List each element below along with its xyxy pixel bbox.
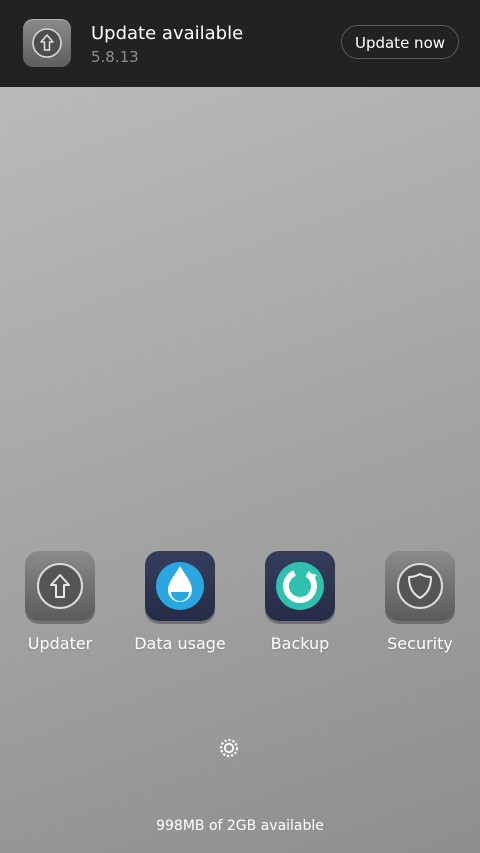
notification-version: 5.8.13 (91, 48, 139, 66)
app-data-usage[interactable]: Data usage (120, 551, 240, 661)
update-arrow-icon (23, 19, 71, 67)
update-now-button[interactable]: Update now (341, 25, 459, 59)
app-backup[interactable]: Backup (240, 551, 360, 661)
app-label-backup: Backup (270, 634, 330, 653)
app-label-data-usage: Data usage (134, 634, 226, 653)
gear-icon[interactable] (217, 736, 241, 760)
updater-icon (25, 551, 95, 621)
data-drop-icon (145, 551, 215, 621)
app-updater[interactable]: Updater (0, 551, 120, 661)
update-notification[interactable]: Update available 5.8.13 Update now (0, 0, 480, 87)
app-label-security: Security (387, 634, 453, 653)
storage-status: 998MB of 2GB available (156, 818, 324, 834)
app-security[interactable]: Security (360, 551, 480, 661)
shield-icon (385, 551, 455, 621)
app-label-updater: Updater (27, 634, 93, 653)
notification-title: Update available (91, 23, 244, 44)
backup-icon (265, 551, 335, 621)
